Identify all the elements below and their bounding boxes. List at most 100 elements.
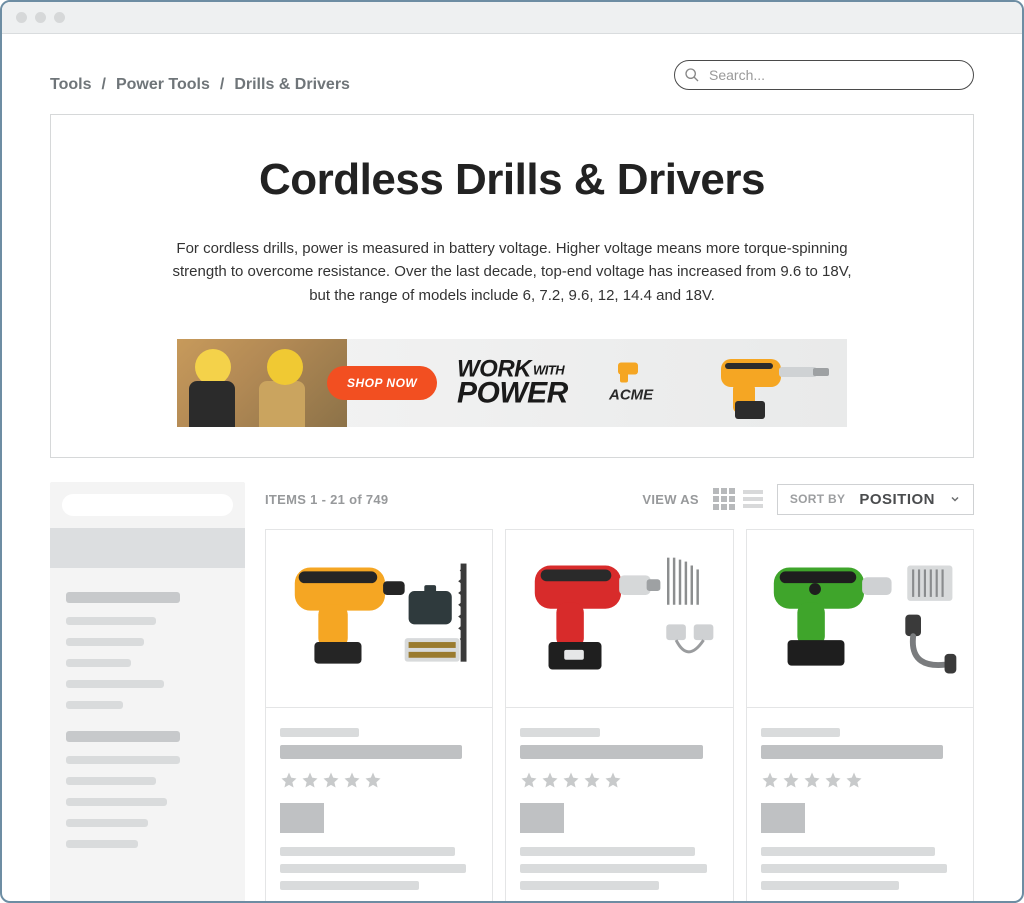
product-card[interactable]	[505, 529, 733, 901]
page-content: Tools / Power Tools / Drills & Drivers C…	[2, 34, 1022, 901]
product-grid	[265, 529, 974, 901]
breadcrumb-power-tools[interactable]: Power Tools	[116, 76, 210, 94]
product-desc-placeholder	[520, 847, 695, 856]
product-desc-placeholder	[520, 881, 659, 890]
sort-by-label: SORT BY	[790, 492, 845, 506]
filter-option[interactable]	[66, 777, 156, 785]
filter-option[interactable]	[66, 798, 167, 806]
listing-toolbar: ITEMS 1 - 21 of 749 VIEW AS SO	[265, 482, 974, 529]
breadcrumb-drills-drivers[interactable]: Drills & Drivers	[234, 76, 350, 94]
banner-brand: ACME	[609, 362, 653, 403]
list-view-icon[interactable]	[743, 490, 763, 508]
star-icon	[604, 771, 622, 789]
product-price-placeholder	[280, 803, 324, 833]
star-icon	[803, 771, 821, 789]
banner-headline-with: WITH	[533, 362, 564, 377]
brand-drill-icon	[618, 362, 644, 382]
product-title-placeholder	[761, 745, 943, 759]
sidebar-section-title	[66, 731, 180, 742]
topbar: Tools / Power Tools / Drills & Drivers	[50, 56, 974, 94]
view-mode-switch	[713, 488, 763, 510]
product-body	[506, 708, 732, 901]
breadcrumb: Tools / Power Tools / Drills & Drivers	[50, 76, 350, 94]
view-as-label: VIEW AS	[642, 492, 699, 507]
banner-headline: WORKWITH POWER	[457, 358, 568, 407]
sidebar-search-placeholder[interactable]	[62, 494, 233, 516]
star-icon	[541, 771, 559, 789]
product-title-placeholder	[520, 745, 702, 759]
product-rating	[280, 771, 478, 789]
star-icon	[562, 771, 580, 789]
search-input[interactable]	[674, 60, 974, 90]
banner-photo	[177, 339, 347, 427]
shop-now-button[interactable]: SHOP NOW	[327, 366, 437, 400]
filter-option[interactable]	[66, 617, 156, 625]
filter-option[interactable]	[66, 680, 164, 688]
product-card[interactable]	[746, 529, 974, 901]
product-desc-placeholder	[761, 847, 936, 856]
star-icon	[322, 771, 340, 789]
star-icon	[782, 771, 800, 789]
product-card[interactable]	[265, 529, 493, 901]
product-desc-placeholder	[280, 864, 466, 873]
breadcrumb-separator: /	[101, 76, 105, 94]
sort-dropdown[interactable]: SORT BY POSITION	[777, 484, 974, 515]
filter-option[interactable]	[66, 659, 131, 667]
product-image	[506, 530, 732, 708]
grid-view-icon[interactable]	[713, 488, 735, 510]
product-listing: ITEMS 1 - 21 of 749 VIEW AS SO	[265, 482, 974, 901]
sidebar-section-title	[66, 592, 180, 603]
product-desc-placeholder	[761, 881, 900, 890]
star-icon	[845, 771, 863, 789]
filter-sidebar	[50, 482, 245, 901]
product-price-placeholder	[520, 803, 564, 833]
star-icon	[301, 771, 319, 789]
star-icon	[280, 771, 298, 789]
star-icon	[343, 771, 361, 789]
star-icon	[520, 771, 538, 789]
traffic-minimize[interactable]	[35, 12, 46, 23]
filter-option[interactable]	[66, 819, 148, 827]
filter-option[interactable]	[66, 638, 144, 646]
category-description: For cordless drills, power is measured i…	[172, 237, 852, 307]
chevron-down-icon	[949, 493, 961, 505]
traffic-close[interactable]	[16, 12, 27, 23]
product-body	[747, 708, 973, 901]
product-desc-placeholder	[280, 881, 419, 890]
product-price-placeholder	[761, 803, 805, 833]
product-rating	[520, 771, 718, 789]
browser-titlebar	[2, 2, 1022, 34]
star-icon	[761, 771, 779, 789]
star-icon	[824, 771, 842, 789]
sort-value: POSITION	[859, 491, 935, 508]
category-hero: Cordless Drills & Drivers For cordless d…	[50, 114, 974, 458]
content-row: ITEMS 1 - 21 of 749 VIEW AS SO	[50, 482, 974, 901]
star-icon	[583, 771, 601, 789]
product-rating	[761, 771, 959, 789]
brand-name: ACME	[609, 386, 653, 403]
product-brand-placeholder	[280, 728, 359, 737]
browser-window: Tools / Power Tools / Drills & Drivers C…	[0, 0, 1024, 903]
banner-headline-power: POWER	[457, 380, 568, 407]
product-image	[266, 530, 492, 708]
search-container	[674, 60, 974, 90]
product-body	[266, 708, 492, 901]
product-desc-placeholder	[761, 864, 947, 873]
breadcrumb-tools[interactable]: Tools	[50, 76, 91, 94]
promo-banner[interactable]: SHOP NOW WORKWITH POWER ACME	[177, 339, 847, 427]
search-icon	[684, 67, 700, 83]
traffic-maximize[interactable]	[54, 12, 65, 23]
product-title-placeholder	[280, 745, 462, 759]
product-image	[747, 530, 973, 708]
filter-option[interactable]	[66, 840, 138, 848]
page-title: Cordless Drills & Drivers	[111, 155, 913, 205]
product-desc-placeholder	[520, 864, 706, 873]
filter-option[interactable]	[66, 756, 180, 764]
product-desc-placeholder	[280, 847, 455, 856]
filter-option[interactable]	[66, 701, 123, 709]
sidebar-body	[50, 568, 245, 881]
items-count: ITEMS 1 - 21 of 749	[265, 492, 388, 507]
banner-product-image	[713, 345, 833, 421]
breadcrumb-separator: /	[220, 76, 224, 94]
product-brand-placeholder	[761, 728, 840, 737]
